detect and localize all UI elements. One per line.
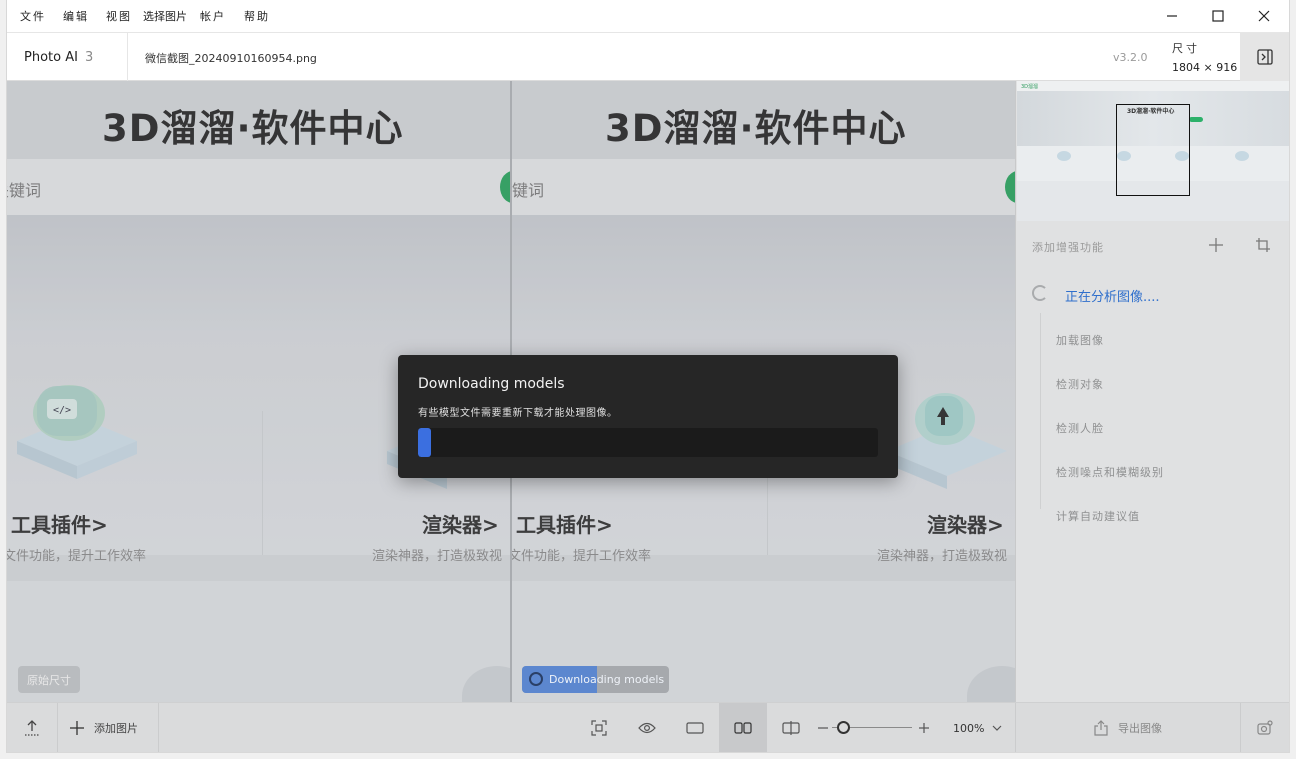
menu-file[interactable]: 文件: [20, 8, 46, 24]
menu-view[interactable]: 视图: [106, 8, 132, 24]
step-load-image: 加载图像: [1056, 334, 1104, 347]
step-detect-faces: 检测人脸: [1056, 422, 1104, 435]
step-auto-suggest: 计算自动建议值: [1056, 510, 1140, 523]
add-image-label: 添加图片: [94, 722, 138, 735]
steps-timeline: [1040, 313, 1041, 509]
face-view-button[interactable]: [575, 703, 623, 752]
download-progress-fill: [418, 428, 431, 457]
toolbar-separator: [57, 703, 58, 752]
menu-select-image[interactable]: 选择图片: [143, 8, 187, 24]
side-by-side-view-button[interactable]: [719, 703, 767, 752]
split-view-icon: [782, 721, 800, 735]
focus-frame-icon: [591, 720, 607, 736]
crop-icon: [1256, 238, 1270, 252]
zoom-in-button[interactable]: [917, 703, 931, 752]
header-bar: Photo AI 3 微信截图_20240910160954.png v3.2.…: [7, 32, 1289, 81]
upload-icon: [25, 720, 39, 736]
photo-ai-window: 文件 编辑 视图 选择图片 帐户 帮助 Photo AI 3 微信截图_2024…: [7, 0, 1289, 752]
add-enhancement-label: 添加增强功能: [1032, 241, 1104, 254]
add-enhancement-button[interactable]: [1204, 233, 1228, 257]
enhancement-panel: 3D溜溜 3D溜溜·软件中心 添加增强功能 正在分析图像.... 加载图像 检测…: [1015, 81, 1289, 702]
image-count[interactable]: 3: [85, 50, 93, 65]
loading-icon: [529, 672, 543, 686]
toolbar-separator: [1015, 703, 1016, 752]
camera-settings-icon: [1256, 720, 1273, 735]
menu-bar: 文件 编辑 视图 选择图片 帐户 帮助: [7, 0, 1289, 32]
toolbar-separator: [158, 703, 159, 752]
thumb-logo: 3D溜溜: [1021, 84, 1039, 90]
export-label: 导出图像: [1118, 722, 1162, 735]
close-icon: [1258, 10, 1270, 22]
export-icon: [1094, 720, 1108, 736]
bottom-toolbar: 添加图片 100% 导出图像: [7, 702, 1289, 752]
original-size-pill: 原始尺寸: [18, 666, 80, 693]
menu-account[interactable]: 帐户: [200, 8, 226, 24]
size-value: 1804 × 916: [1172, 61, 1238, 74]
toggle-panel-button[interactable]: [1240, 33, 1289, 81]
thumb-green-button: [1189, 117, 1203, 122]
navigator-thumbnail[interactable]: 3D溜溜 3D溜溜·软件中心: [1017, 81, 1289, 221]
zoom-out-button[interactable]: [816, 703, 830, 752]
plus-icon: [70, 721, 84, 735]
close-button[interactable]: [1241, 0, 1287, 32]
downloading-models-dialog: Downloading models 有些模型文件需要重新下载才能处理图像。: [398, 355, 898, 478]
export-settings-button[interactable]: [1240, 703, 1289, 752]
add-image-button[interactable]: 添加图片: [69, 703, 138, 752]
eye-icon: [638, 722, 656, 734]
downloading-models-pill: Downloading models: [522, 666, 669, 693]
export-image-button[interactable]: 导出图像: [1094, 703, 1162, 752]
thumb-card-icon: [1057, 151, 1071, 161]
plus-icon: [1209, 238, 1223, 252]
plus-icon: [919, 723, 929, 733]
minimize-icon: [1167, 15, 1177, 17]
size-label: 尺寸: [1172, 42, 1200, 55]
step-detect-objects: 检测对象: [1056, 378, 1104, 391]
dialog-title: Downloading models: [418, 376, 565, 392]
minus-icon: [818, 727, 828, 729]
menu-edit[interactable]: 编辑: [63, 8, 89, 24]
zoom-dropdown-button[interactable]: [989, 703, 1005, 752]
viewport-frame[interactable]: [1116, 104, 1190, 196]
file-name: 微信截图_20240910160954.png: [145, 52, 317, 65]
crop-button[interactable]: [1251, 233, 1275, 257]
analyzing-spinner-icon: [1032, 285, 1048, 301]
dialog-message: 有些模型文件需要重新下载才能处理图像。: [418, 408, 618, 419]
analyzing-status: 正在分析图像....: [1065, 290, 1160, 305]
zoom-level[interactable]: 100%: [953, 722, 984, 735]
maximize-button[interactable]: [1195, 0, 1241, 32]
maximize-icon: [1212, 10, 1224, 22]
upload-button[interactable]: [7, 703, 57, 752]
app-brand: Photo AI 3: [7, 33, 128, 81]
minimize-button[interactable]: [1149, 0, 1195, 32]
menu-help[interactable]: 帮助: [244, 8, 270, 24]
chevron-down-icon: [992, 725, 1002, 731]
thumb-card-icon: [1235, 151, 1249, 161]
single-view-button[interactable]: [671, 703, 719, 752]
thumb-header: [1017, 81, 1289, 91]
panel-toggle-icon: [1256, 49, 1273, 65]
split-view-button[interactable]: [767, 703, 815, 752]
side-by-side-icon: [734, 722, 752, 734]
app-name: Photo AI: [24, 49, 78, 65]
downloading-pill-label: Downloading models: [549, 673, 665, 686]
version-label: v3.2.0: [1113, 51, 1148, 64]
step-detect-noise-blur: 检测噪点和模糊级别: [1056, 466, 1164, 479]
image-size-info: 尺寸 1804 × 916: [1172, 39, 1237, 77]
single-view-icon: [686, 722, 704, 734]
download-progress-bar: [418, 428, 878, 457]
zoom-slider-handle[interactable]: [837, 721, 850, 734]
preview-toggle-button[interactable]: [623, 703, 671, 752]
